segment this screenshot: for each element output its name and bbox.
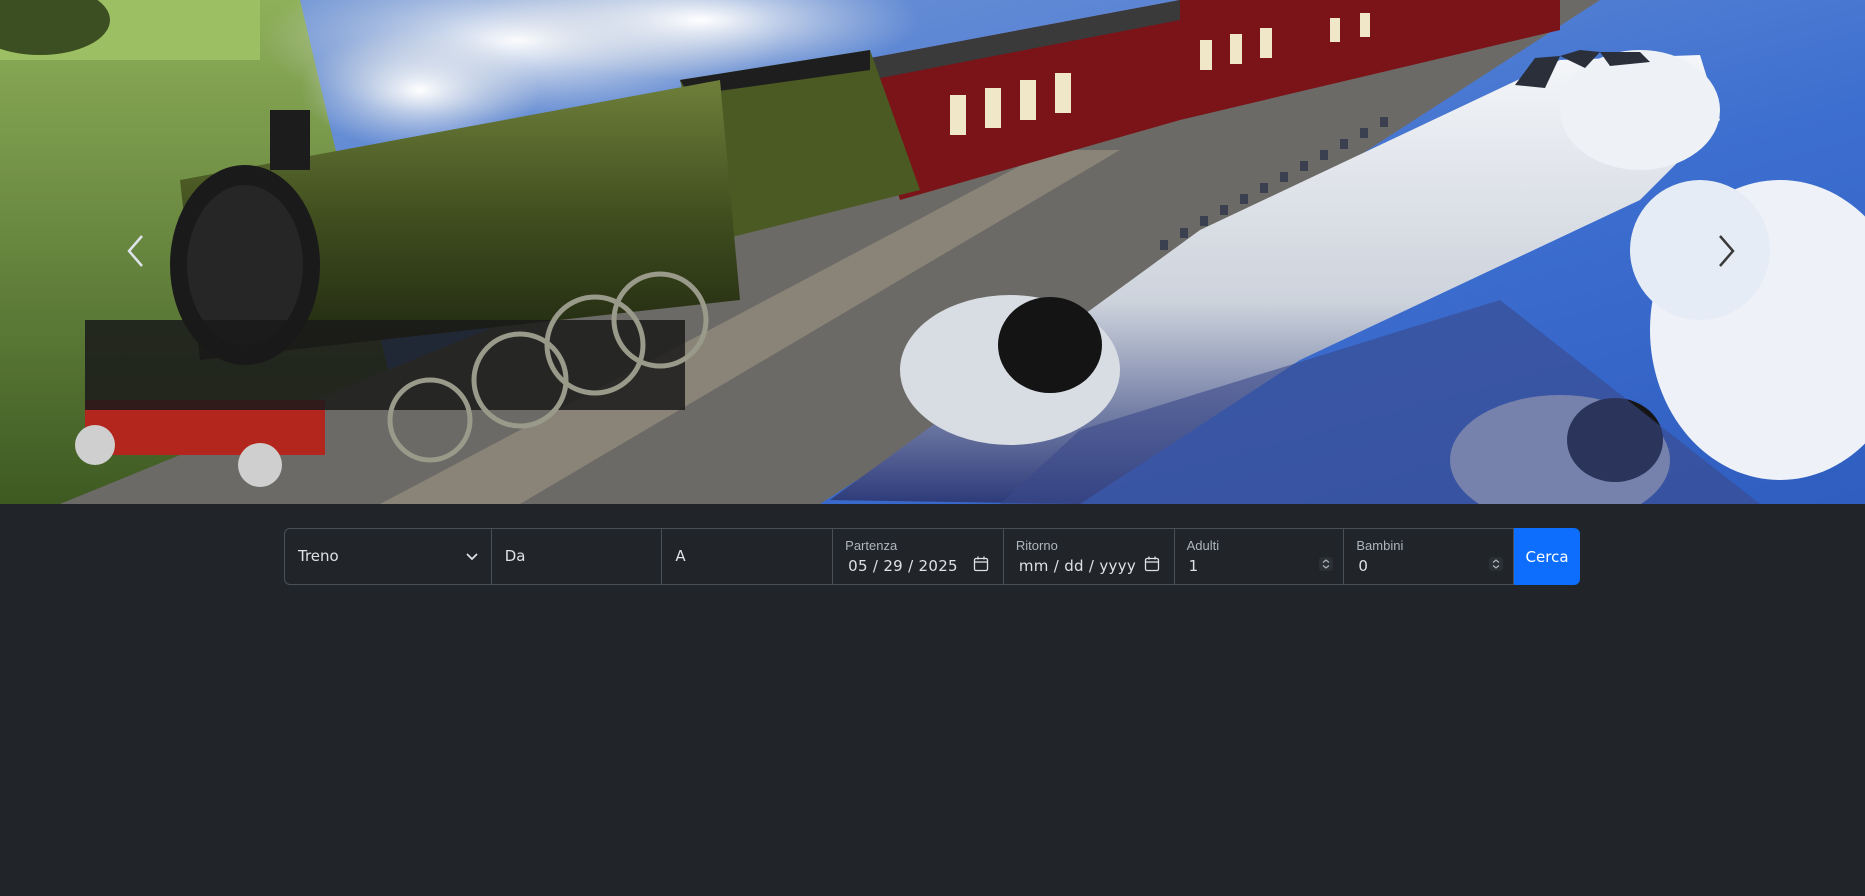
hero-carousel bbox=[0, 0, 1865, 504]
hero-image bbox=[0, 0, 1865, 504]
return-date-field[interactable]: Ritorno mm / dd / yyyy bbox=[1003, 528, 1175, 585]
return-label: Ritorno bbox=[1015, 538, 1058, 553]
children-value: 0 bbox=[1358, 557, 1368, 575]
departure-label: Partenza bbox=[845, 538, 898, 553]
search-button[interactable]: Cerca bbox=[1514, 528, 1580, 585]
children-label: Bambini bbox=[1356, 538, 1404, 553]
return-date-value: mm / dd / yyyy bbox=[1018, 557, 1137, 575]
carousel-next-button[interactable] bbox=[1704, 226, 1748, 276]
calendar-icon[interactable] bbox=[973, 556, 989, 572]
chevron-left-icon bbox=[127, 235, 143, 267]
to-input[interactable]: A bbox=[662, 528, 834, 585]
transport-select[interactable]: Treno bbox=[284, 528, 492, 585]
from-input[interactable]: Da bbox=[491, 528, 663, 585]
from-input-placeholder: Da bbox=[504, 547, 526, 565]
calendar-icon[interactable] bbox=[1144, 556, 1160, 572]
search-form: Treno Da A Partenza 05 / 29 / 2025 Ritor… bbox=[284, 528, 1580, 585]
departure-date-field[interactable]: Partenza 05 / 29 / 2025 bbox=[833, 528, 1004, 585]
transport-select-value: Treno bbox=[298, 547, 339, 565]
to-input-placeholder: A bbox=[675, 547, 686, 565]
spinner-arrows-icon[interactable] bbox=[1319, 557, 1334, 571]
adults-label: Adulti bbox=[1186, 538, 1220, 553]
carousel-prev-button[interactable] bbox=[114, 226, 158, 276]
spinner-arrows-icon[interactable] bbox=[1489, 557, 1504, 571]
adults-value: 1 bbox=[1188, 557, 1199, 575]
chevron-right-icon bbox=[1719, 235, 1735, 267]
departure-date-value: 05 / 29 / 2025 bbox=[848, 557, 958, 575]
children-field[interactable]: Bambini 0 bbox=[1344, 528, 1515, 585]
chevron-down-icon bbox=[466, 553, 478, 561]
adults-field[interactable]: Adulti 1 bbox=[1174, 528, 1345, 585]
